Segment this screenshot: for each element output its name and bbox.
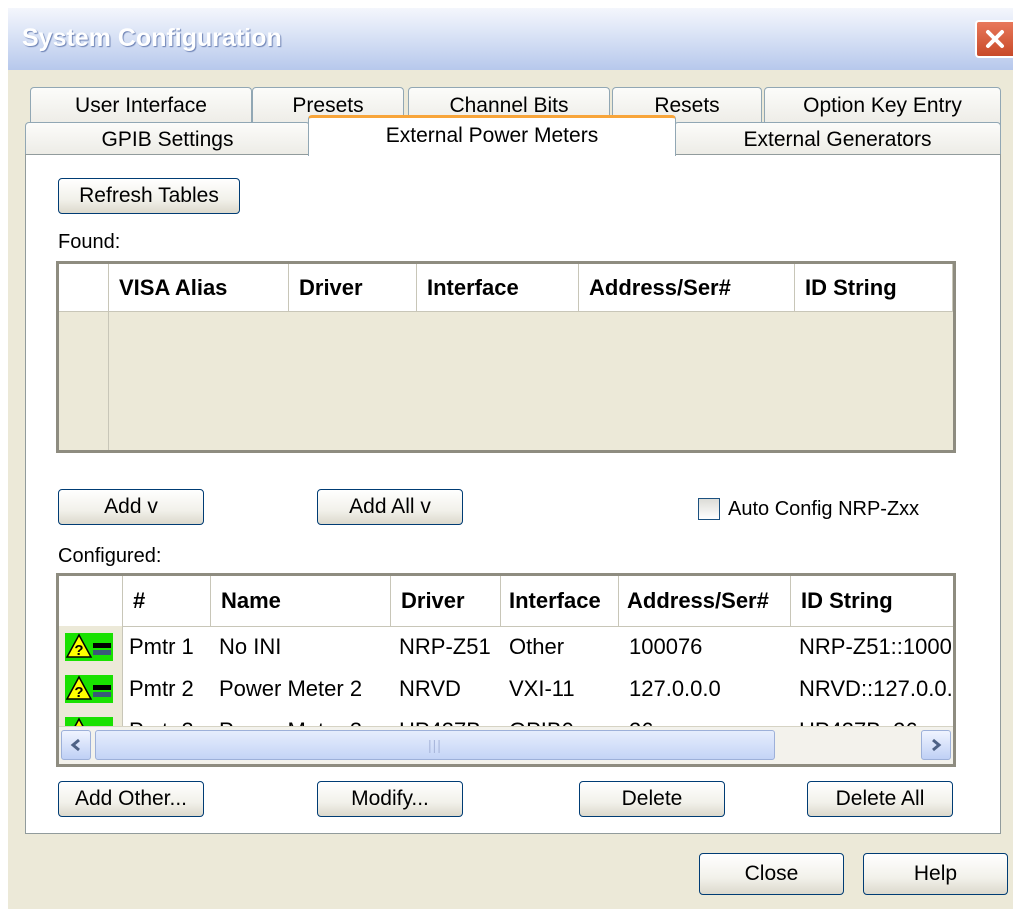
column-header-blank [59, 264, 109, 311]
column-header-driver[interactable]: Driver [391, 576, 501, 626]
delete-all-button[interactable]: Delete All [807, 781, 953, 817]
cell-driver: NRP-Z51 [399, 634, 491, 659]
column-header-address[interactable]: Address/Ser# [619, 576, 791, 626]
found-label: Found: [58, 231, 121, 253]
found-devices-table[interactable]: VISA Alias Driver Interface Address/Ser#… [56, 261, 956, 453]
found-table-header: VISA Alias Driver Interface Address/Ser#… [59, 264, 953, 312]
external-power-meters-panel: Refresh Tables Found: VISA Alias Driver … [25, 154, 1001, 834]
configured-table-header: # Name Driver Interface Address/Ser# ID … [59, 576, 953, 627]
tab-option-key-entry[interactable]: Option Key Entry [764, 87, 1001, 127]
column-header-interface[interactable]: Interface [501, 576, 619, 626]
cell-name: Power Meter 2 [219, 676, 363, 701]
cell-name: No INI [219, 634, 282, 659]
chevron-right-icon [932, 738, 942, 752]
add-all-button[interactable]: Add All v [317, 489, 463, 525]
column-header-interface[interactable]: Interface [417, 264, 579, 311]
tab-label: External Generators [743, 128, 932, 151]
warning-icon: ? [65, 633, 113, 661]
scroll-grip: ||| [428, 737, 442, 753]
column-header-name[interactable]: Name [211, 576, 391, 626]
cell-address: 127.0.0.0 [629, 676, 721, 701]
table-row[interactable]: ? Pmtr 1 No INI NRP-Z51 Other 100076 NRP… [59, 628, 953, 666]
help-button[interactable]: Help [863, 853, 1008, 895]
window-title: System Configuration [22, 24, 282, 52]
configured-devices-table[interactable]: # Name Driver Interface Address/Ser# ID … [56, 573, 956, 767]
scroll-thumb[interactable]: ||| [95, 730, 775, 760]
cell-interface: Other [509, 634, 565, 659]
close-icon [986, 30, 1004, 48]
close-window-button[interactable] [975, 20, 1013, 58]
tab-external-power-meters[interactable]: External Power Meters [308, 115, 676, 156]
scroll-right-button[interactable] [921, 730, 951, 760]
cell-interface: VXI-11 [509, 676, 575, 701]
table-row[interactable]: ? Pmtr 2 Power Meter 2 NRVD VXI-11 127.0… [59, 670, 953, 708]
column-header-id-string[interactable]: ID String [791, 576, 953, 626]
tab-external-generators[interactable]: External Generators [674, 122, 1001, 156]
column-header-address[interactable]: Address/Ser# [579, 264, 795, 311]
svg-text:?: ? [74, 684, 83, 701]
tab-user-interface[interactable]: User Interface [30, 87, 252, 127]
tab-label: Option Key Entry [803, 94, 962, 117]
column-header-driver[interactable]: Driver [289, 264, 417, 311]
add-button[interactable]: Add v [58, 489, 204, 525]
column-header-visa-alias[interactable]: VISA Alias [109, 264, 289, 311]
cell-number: Pmtr 1 [129, 634, 194, 659]
auto-config-checkbox[interactable] [698, 498, 720, 520]
column-header-status [59, 576, 123, 626]
column-header-id-string[interactable]: ID String [795, 264, 953, 311]
title-bar[interactable]: System Configuration [8, 8, 1013, 70]
found-row-gutter [108, 311, 109, 450]
cell-number: Pmtr 2 [129, 676, 194, 701]
add-other-button[interactable]: Add Other... [58, 781, 204, 817]
modify-button[interactable]: Modify... [317, 781, 463, 817]
scroll-left-button[interactable] [61, 730, 91, 760]
tab-label: GPIB Settings [101, 128, 234, 151]
tab-label: External Power Meters [385, 124, 599, 147]
cell-address: 100076 [629, 634, 703, 659]
auto-config-label: Auto Config NRP-Zxx [728, 498, 920, 520]
cell-id-string: NRP-Z51::100076 [799, 634, 953, 659]
chevron-left-icon [70, 738, 80, 752]
configured-label: Configured: [58, 545, 162, 567]
svg-text:?: ? [74, 642, 83, 659]
horizontal-scrollbar[interactable]: ||| [59, 726, 953, 764]
refresh-tables-button[interactable]: Refresh Tables [58, 178, 240, 214]
tab-label: User Interface [75, 94, 207, 117]
warning-icon: ? [65, 675, 113, 703]
system-configuration-dialog: System Configuration User Interface Pres… [8, 8, 1013, 909]
cell-id-string: NRVD::127.0.0.0 [799, 676, 953, 701]
delete-button[interactable]: Delete [579, 781, 725, 817]
close-button[interactable]: Close [699, 853, 844, 895]
tab-gpib-settings[interactable]: GPIB Settings [25, 122, 310, 156]
cell-driver: NRVD [399, 676, 461, 701]
column-header-number[interactable]: # [123, 576, 211, 626]
